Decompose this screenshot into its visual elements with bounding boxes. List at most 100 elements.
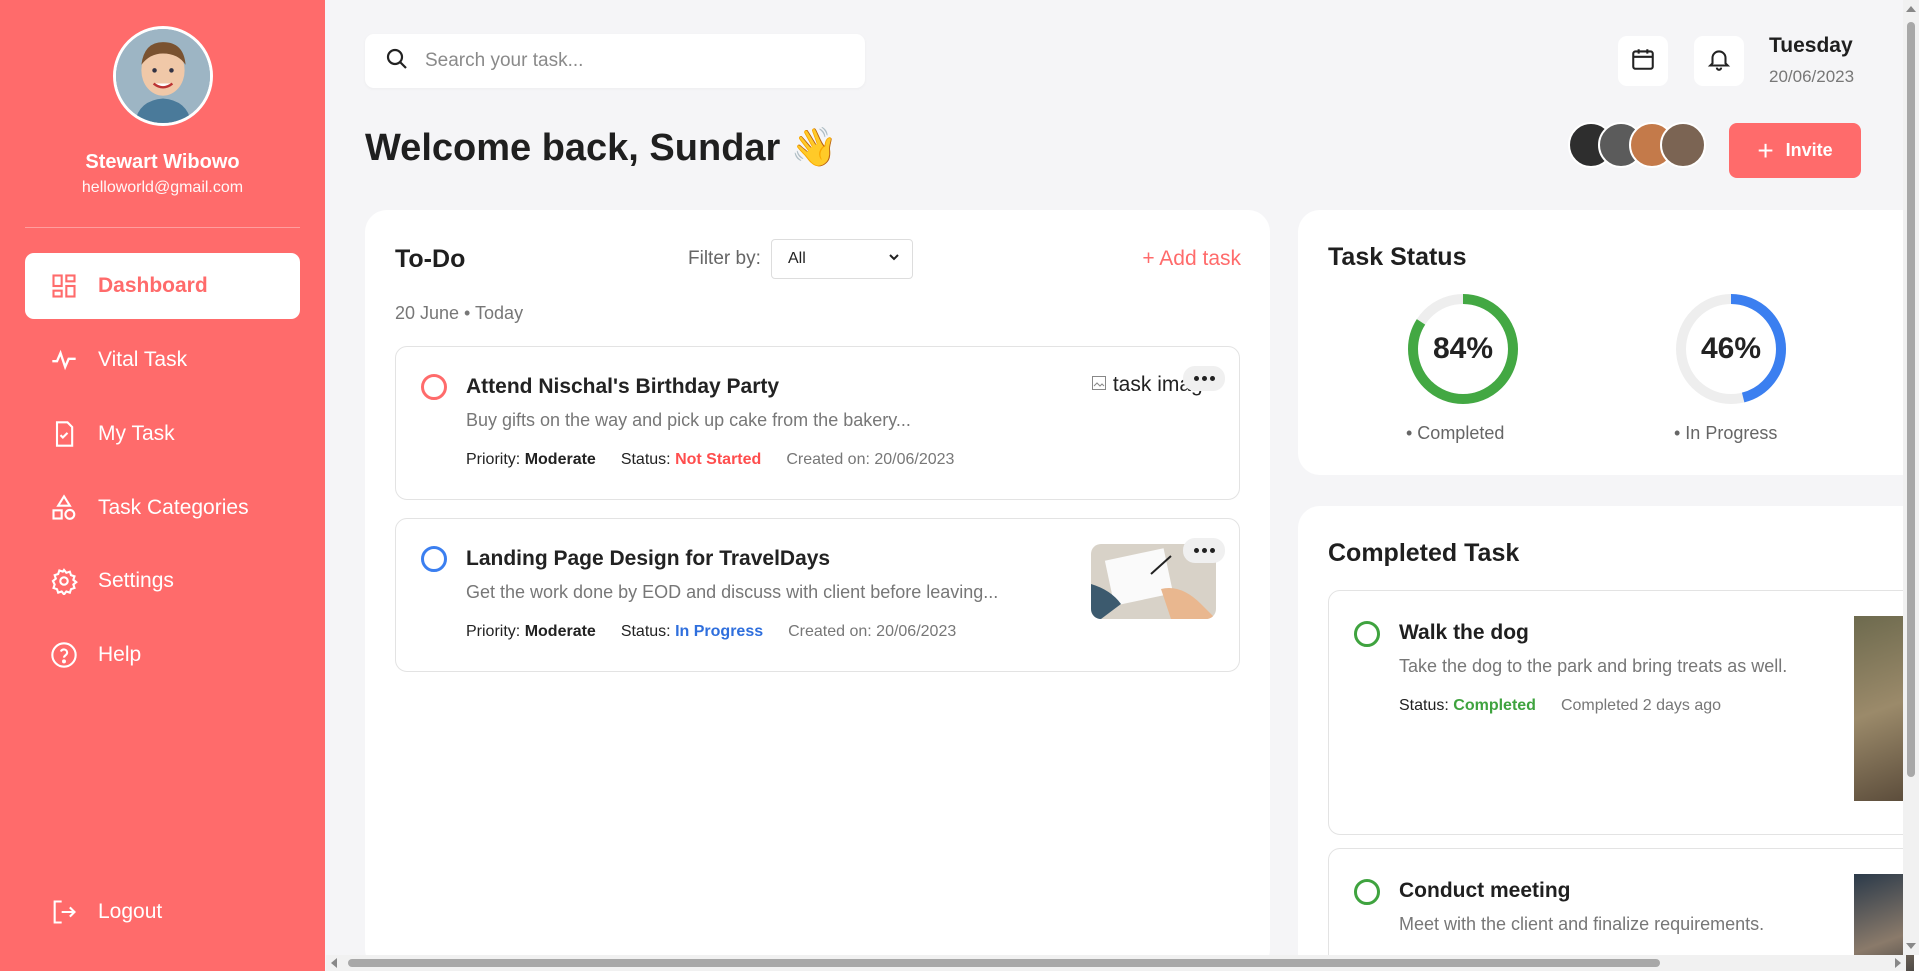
pulse-icon	[50, 346, 78, 374]
priority-value: Moderate	[524, 451, 596, 468]
task-title: Conduct meeting	[1399, 879, 1571, 902]
more-options-button[interactable]	[1183, 538, 1225, 563]
broken-image-icon	[1091, 373, 1113, 396]
sidebar-item-label: Settings	[98, 569, 174, 592]
task-status-title: Task Status	[1328, 243, 1467, 271]
task-description: Meet with the client and finalize requir…	[1399, 914, 1765, 934]
more-options-button[interactable]	[1183, 366, 1225, 391]
search-bar	[365, 34, 865, 88]
task-meta: Status: Completed Completed 2 days ago	[1399, 697, 1721, 715]
page-title: Welcome back, Sundar 👋	[365, 127, 839, 169]
task-title: Walk the dog	[1399, 621, 1529, 644]
task-status-circle[interactable]	[421, 374, 447, 400]
task-status-panel: Task Status 84% • Completed 46% • In Pro…	[1298, 210, 1919, 475]
completed-progress-ring: 84%	[1406, 292, 1520, 406]
task-status-circle[interactable]	[1354, 879, 1380, 905]
completed-task-panel: Completed Task Walk the dog Take the dog…	[1298, 506, 1919, 971]
status-label: Status:	[620, 451, 671, 468]
filter-value: All	[788, 250, 806, 267]
task-status-circle[interactable]	[421, 546, 447, 572]
task-card[interactable]: Landing Page Design for TravelDays Get t…	[395, 518, 1240, 672]
notifications-button[interactable]	[1694, 36, 1744, 86]
sidebar-item-my-task[interactable]: My Task	[25, 401, 300, 467]
priority-value: Moderate	[524, 623, 596, 640]
sidebar-item-help[interactable]: Help	[25, 622, 300, 688]
sidebar-item-label: Help	[98, 643, 142, 666]
completed-task-card[interactable]: Conduct meeting Meet with the client and…	[1328, 848, 1919, 971]
priority-label: Priority:	[466, 623, 521, 640]
todo-date: 20 June • Today	[395, 303, 524, 323]
scrollbar-thumb[interactable]	[1907, 22, 1915, 777]
status-value: Completed	[1453, 697, 1536, 714]
add-task-button[interactable]: + Add task	[1142, 247, 1241, 271]
calendar-icon	[1630, 46, 1656, 77]
in-progress-ring: 46%	[1674, 292, 1788, 406]
status-value: Not Started	[675, 451, 762, 468]
invite-label: Invite	[1785, 140, 1833, 160]
status-value: In Progress	[675, 623, 764, 640]
sidebar-item-label: Task Categories	[98, 496, 249, 519]
completed-time: Completed 2 days ago	[1560, 697, 1722, 714]
logout-icon	[50, 898, 78, 926]
vertical-scrollbar[interactable]	[1903, 0, 1919, 955]
dashboard-icon	[50, 272, 78, 300]
scrollbar-thumb[interactable]	[348, 959, 1660, 967]
completed-label: • Completed	[1406, 423, 1505, 443]
task-description: Take the dog to the park and bring treat…	[1399, 656, 1788, 676]
sidebar: Stewart Wibowo helloworld@gmail.com Dash…	[0, 0, 325, 971]
checklist-icon	[50, 420, 78, 448]
completed-percent: 84%	[1432, 332, 1494, 365]
avatar-image	[116, 29, 210, 123]
scroll-down-icon[interactable]	[1906, 943, 1916, 949]
in-progress-percent: 46%	[1700, 332, 1762, 365]
priority-label: Priority:	[466, 451, 521, 468]
current-day: Tuesday	[1769, 34, 1853, 57]
search-input[interactable]	[425, 50, 845, 72]
bell-icon	[1706, 46, 1732, 77]
sidebar-item-task-categories[interactable]: Task Categories	[25, 475, 300, 541]
help-icon	[50, 641, 78, 669]
task-title: Landing Page Design for TravelDays	[466, 547, 831, 570]
profile-name: Stewart Wibowo	[85, 151, 240, 173]
sidebar-item-label: Vital Task	[98, 348, 188, 371]
sidebar-item-dashboard[interactable]: Dashboard	[25, 253, 300, 319]
sidebar-divider	[25, 227, 300, 228]
chevron-down-icon	[888, 250, 900, 268]
scroll-left-icon[interactable]	[331, 958, 337, 968]
sidebar-item-settings[interactable]: Settings	[25, 548, 300, 614]
avatar[interactable]	[113, 26, 213, 126]
task-description: Get the work done by EOD and discuss wit…	[466, 582, 999, 602]
invite-button[interactable]: + Invite	[1729, 123, 1861, 178]
profile-email: helloworld@gmail.com	[81, 179, 244, 196]
logout-button[interactable]: Logout	[25, 879, 300, 945]
completed-task-card[interactable]: Walk the dog Take the dog to the park an…	[1328, 590, 1919, 835]
scroll-up-icon[interactable]	[1906, 6, 1916, 12]
team-member-avatar	[1660, 122, 1706, 168]
status-label: Status:	[620, 623, 671, 640]
task-description: Buy gifts on the way and pick up cake fr…	[466, 410, 911, 430]
team-avatars[interactable]	[1568, 122, 1706, 170]
status-label: Status:	[1399, 697, 1449, 714]
logout-label: Logout	[98, 900, 163, 923]
scroll-right-icon[interactable]	[1895, 958, 1901, 968]
current-date: 20/06/2023	[1769, 67, 1855, 86]
plus-icon: +	[1757, 134, 1774, 166]
task-card[interactable]: Attend Nischal's Birthday Party Buy gift…	[395, 346, 1240, 500]
task-meta: Priority: Moderate Status: In Progress C…	[466, 623, 956, 641]
sidebar-item-vital-task[interactable]: Vital Task	[25, 327, 300, 393]
in-progress-label: • In Progress	[1674, 423, 1778, 443]
created-date: Created on: 20/06/2023	[788, 623, 957, 640]
categories-icon	[50, 494, 78, 522]
search-icon	[385, 47, 409, 76]
calendar-button[interactable]	[1618, 36, 1668, 86]
task-status-circle[interactable]	[1354, 621, 1380, 647]
completed-task-title: Completed Task	[1328, 539, 1520, 567]
horizontal-scrollbar[interactable]	[326, 955, 1906, 971]
filter-label: Filter by:	[688, 248, 761, 269]
sidebar-item-label: My Task	[98, 422, 175, 445]
sidebar-item-label: Dashboard	[98, 274, 208, 297]
todo-panel: To-Do Filter by: All + Add task 20 June …	[365, 210, 1270, 971]
filter-select[interactable]: All	[771, 239, 913, 279]
task-title: Attend Nischal's Birthday Party	[466, 375, 780, 398]
created-date: Created on: 20/06/2023	[786, 451, 955, 468]
